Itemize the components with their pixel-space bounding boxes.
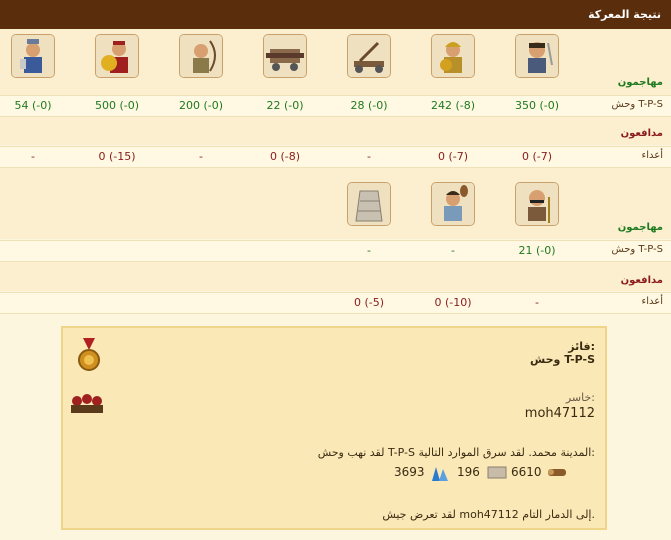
crystal-icon	[430, 465, 450, 484]
row-label: أعداء	[641, 296, 663, 307]
stone-wall-icon	[347, 182, 391, 226]
unit-value: -	[31, 150, 35, 163]
unit-value: 0 (-7)	[437, 150, 469, 163]
winner-label: فائز:	[568, 340, 595, 353]
destroy-text: لقد تعرض جيش moh47112 إلى الدمار التام.	[382, 508, 595, 521]
defender-row: أعداء 0 (-7) 0 (-7) - 0 (-8) - 0 (-15) -	[0, 146, 671, 168]
battle2-units: مهاجمون	[0, 168, 671, 239]
unit-value: 242 (-8)	[430, 99, 476, 112]
unit-value: 28 (-0)	[350, 99, 388, 112]
wood-value: 6610	[511, 465, 542, 479]
attacker-row: وحش T-P-S 350 (-0) 242 (-8) 28 (-0) 22 (…	[0, 95, 671, 117]
spearman-icon	[431, 34, 475, 78]
ram-icon	[263, 34, 307, 78]
unit-value: 0 (-5)	[353, 296, 385, 309]
page-title: نتيجة المعركة	[588, 8, 661, 21]
unit-value: 200 (-0)	[178, 99, 224, 112]
unit-value: -	[199, 150, 203, 163]
row-label: أعداء	[641, 150, 663, 161]
unit-value: -	[367, 244, 371, 257]
defender-row: أعداء - 0 (-10) 0 (-5)	[0, 292, 671, 314]
loot-text: لقد نهب وحش T-P-S المدينة محمد. لقد سرق …	[317, 446, 595, 459]
attacker-row: وحش T-P-S 21 (-0) - -	[0, 240, 671, 262]
row-label: وحش T-P-S	[611, 99, 663, 110]
unit-value: -	[535, 296, 539, 309]
sword-warrior-icon	[515, 34, 559, 78]
unit-value: 0 (-10)	[434, 296, 472, 309]
winner-name: وحش T-P-S	[530, 353, 595, 366]
archer-icon	[179, 34, 223, 78]
old-man-icon	[515, 182, 559, 226]
loser-label: خاسر:	[565, 391, 595, 404]
defenders-header: مدافعون	[0, 117, 671, 145]
row-label: وحش T-P-S	[611, 244, 663, 255]
club-fighter-icon	[431, 182, 475, 226]
unit-value: -	[367, 150, 371, 163]
unit-value: 54 (-0)	[14, 99, 52, 112]
battle1-units: مهاجمون	[0, 29, 671, 95]
unit-value: 0 (-15)	[98, 150, 136, 163]
stone-icon	[487, 465, 507, 482]
battle-report: فائز: وحش T-P-S خاسر: moh47112 لقد نهب و…	[61, 326, 607, 530]
loser-name: moh47112	[524, 406, 595, 421]
wood-icon	[547, 465, 567, 482]
stone-value: 196	[457, 465, 480, 479]
unit-value: 0 (-7)	[521, 150, 553, 163]
catapult-icon	[347, 34, 391, 78]
crystal-value: 3693	[394, 465, 425, 479]
unit-value: 22 (-0)	[266, 99, 304, 112]
medal-icon	[77, 338, 101, 377]
unit-value: 350 (-0)	[514, 99, 560, 112]
attackers-label: مهاجمون	[617, 222, 663, 233]
title-bar: نتيجة المعركة	[0, 0, 671, 29]
unit-value: -	[451, 244, 455, 257]
shield-warrior-icon	[95, 34, 139, 78]
attackers-label: مهاجمون	[617, 77, 663, 88]
chief-icon	[11, 34, 55, 78]
defenders-label: مدافعون	[620, 128, 663, 139]
defeated-icon	[69, 391, 105, 422]
defenders-header: مدافعون	[0, 262, 671, 291]
unit-value: 500 (-0)	[94, 99, 140, 112]
unit-value: 0 (-8)	[269, 150, 301, 163]
defenders-label: مدافعون	[620, 275, 663, 286]
unit-value: 21 (-0)	[518, 244, 556, 257]
